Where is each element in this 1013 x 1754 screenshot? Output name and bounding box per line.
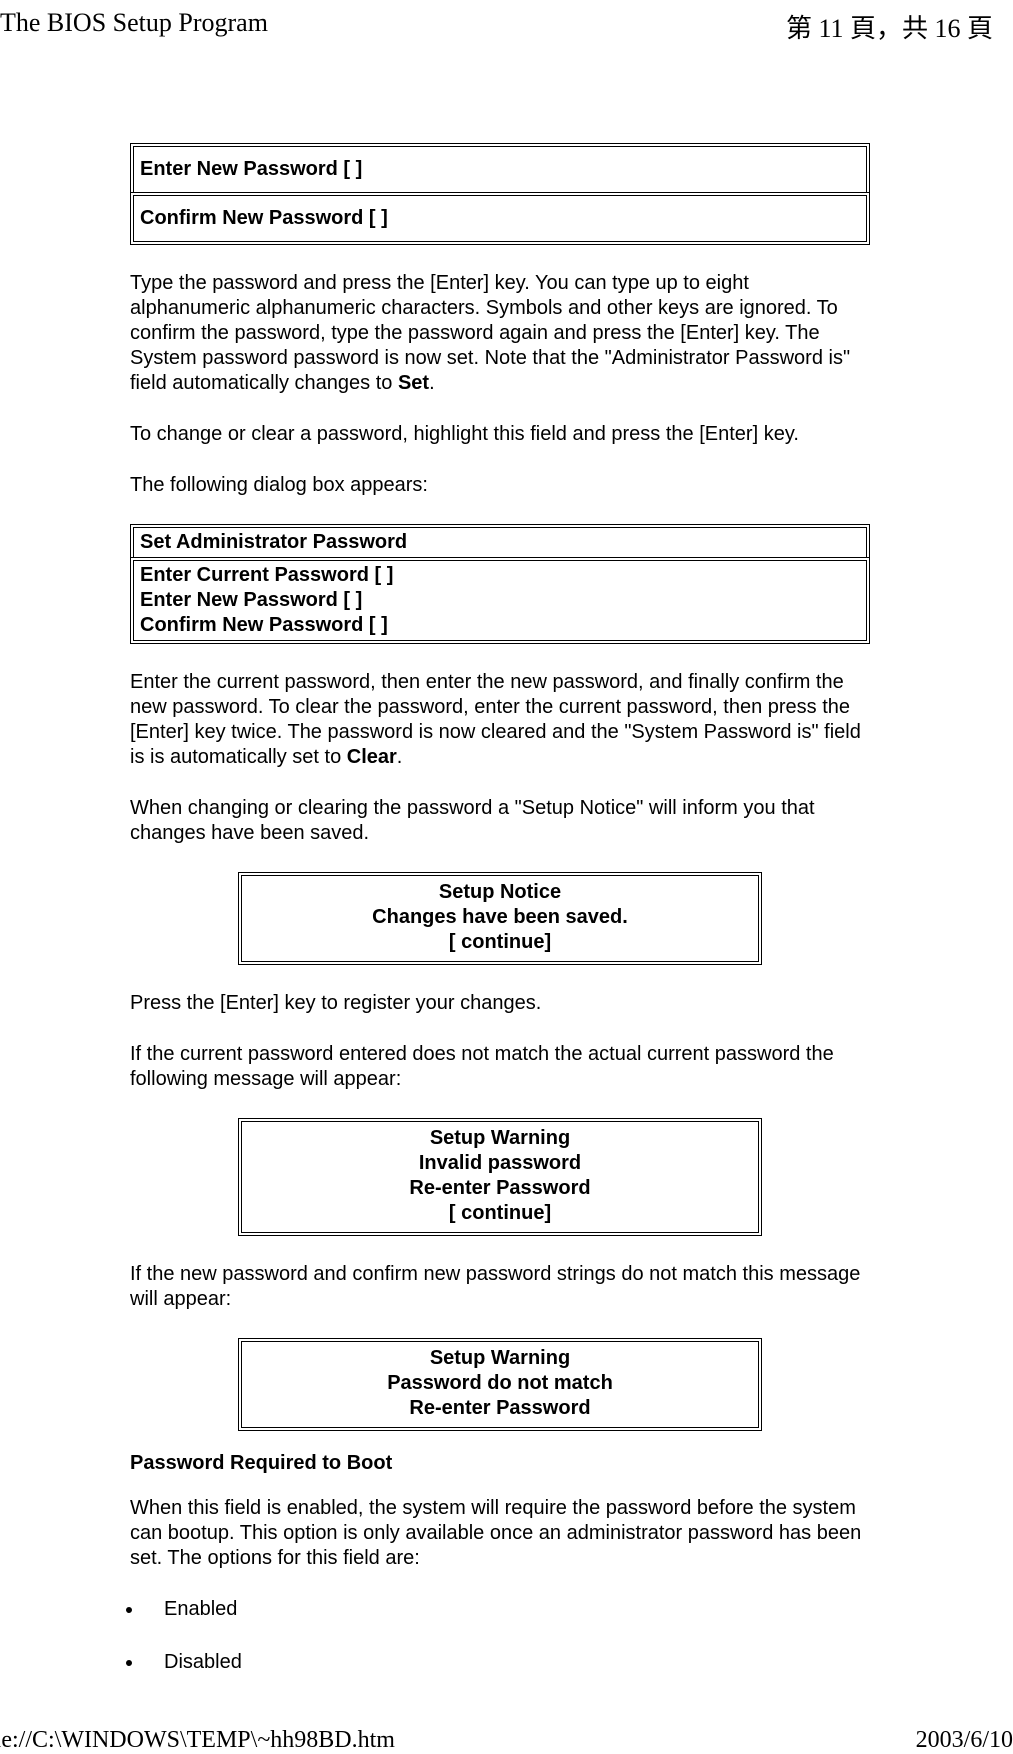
admin-box-title: Set Administrator Password xyxy=(130,524,870,557)
enter-new-password-row: Enter New Password [ ] xyxy=(140,588,860,613)
warning-continue: [ continue] xyxy=(250,1201,750,1226)
footer-date: 2003/6/10 xyxy=(916,1727,1013,1754)
clear-keyword: Clear xyxy=(347,746,397,768)
text: . xyxy=(397,746,403,768)
warning-message: Invalid password xyxy=(250,1151,750,1176)
instruction-paragraph-9: When this field is enabled, the system w… xyxy=(130,1496,870,1571)
notice-continue: [ continue] xyxy=(250,930,750,955)
setup-notice-box: Setup Notice Changes have been saved. [ … xyxy=(238,872,762,965)
instruction-paragraph-8: If the new password and confirm new pass… xyxy=(130,1262,870,1312)
notice-title: Setup Notice xyxy=(250,880,750,905)
page-indicator: 第 11 頁，共 16 頁 xyxy=(786,8,993,45)
admin-password-box: Set Administrator Password Enter Current… xyxy=(130,524,870,644)
text: . xyxy=(429,372,435,394)
instruction-paragraph-4: Enter the current password, then enter t… xyxy=(130,670,870,770)
instruction-paragraph-7: If the current password entered does not… xyxy=(130,1042,870,1092)
warning-reenter: Re-enter Password xyxy=(250,1176,750,1201)
section-heading: Password Required to Boot xyxy=(130,1451,870,1476)
password-entry-box: Enter New Password [ ] Confirm New Passw… xyxy=(130,143,870,245)
warning-reenter: Re-enter Password xyxy=(250,1396,750,1421)
instruction-paragraph-1: Type the password and press the [Enter] … xyxy=(130,271,870,396)
page-header: The BIOS Setup Program 第 11 頁，共 16 頁 xyxy=(0,0,1013,51)
set-keyword: Set xyxy=(398,372,429,394)
instruction-paragraph-2: To change or clear a password, highlight… xyxy=(130,422,870,447)
warning-title: Setup Warning xyxy=(250,1346,750,1371)
instruction-paragraph-5: When changing or clearing the password a… xyxy=(130,796,870,846)
footer-path: file://C:\WINDOWS\TEMP\~hh98BD.htm xyxy=(0,1727,395,1754)
option-disabled: Disabled xyxy=(144,1650,870,1675)
option-enabled: Enabled xyxy=(144,1597,870,1622)
setup-warning-nomatch-box: Setup Warning Password do not match Re-e… xyxy=(238,1338,762,1431)
doc-title: The BIOS Setup Program xyxy=(0,8,268,45)
confirm-new-password-row: Confirm New Password [ ] xyxy=(140,613,860,638)
admin-box-body: Enter Current Password [ ] Enter New Pas… xyxy=(130,557,870,644)
confirm-new-password-row: Confirm New Password [ ] xyxy=(130,192,870,245)
instruction-paragraph-6: Press the [Enter] key to register your c… xyxy=(130,991,870,1016)
enter-new-password-row: Enter New Password [ ] xyxy=(130,143,870,192)
options-list: Enabled Disabled xyxy=(130,1597,870,1675)
main-content: Enter New Password [ ] Confirm New Passw… xyxy=(130,143,870,1675)
notice-message: Changes have been saved. xyxy=(250,905,750,930)
enter-current-password-row: Enter Current Password [ ] xyxy=(140,563,860,588)
text: Type the password and press the [Enter] … xyxy=(130,272,850,394)
page-footer: file://C:\WINDOWS\TEMP\~hh98BD.htm 2003/… xyxy=(0,1727,1013,1754)
warning-title: Setup Warning xyxy=(250,1126,750,1151)
text: Enter the current password, then enter t… xyxy=(130,671,861,768)
warning-message: Password do not match xyxy=(250,1371,750,1396)
instruction-paragraph-3: The following dialog box appears: xyxy=(130,473,870,498)
setup-warning-invalid-box: Setup Warning Invalid password Re-enter … xyxy=(238,1118,762,1236)
